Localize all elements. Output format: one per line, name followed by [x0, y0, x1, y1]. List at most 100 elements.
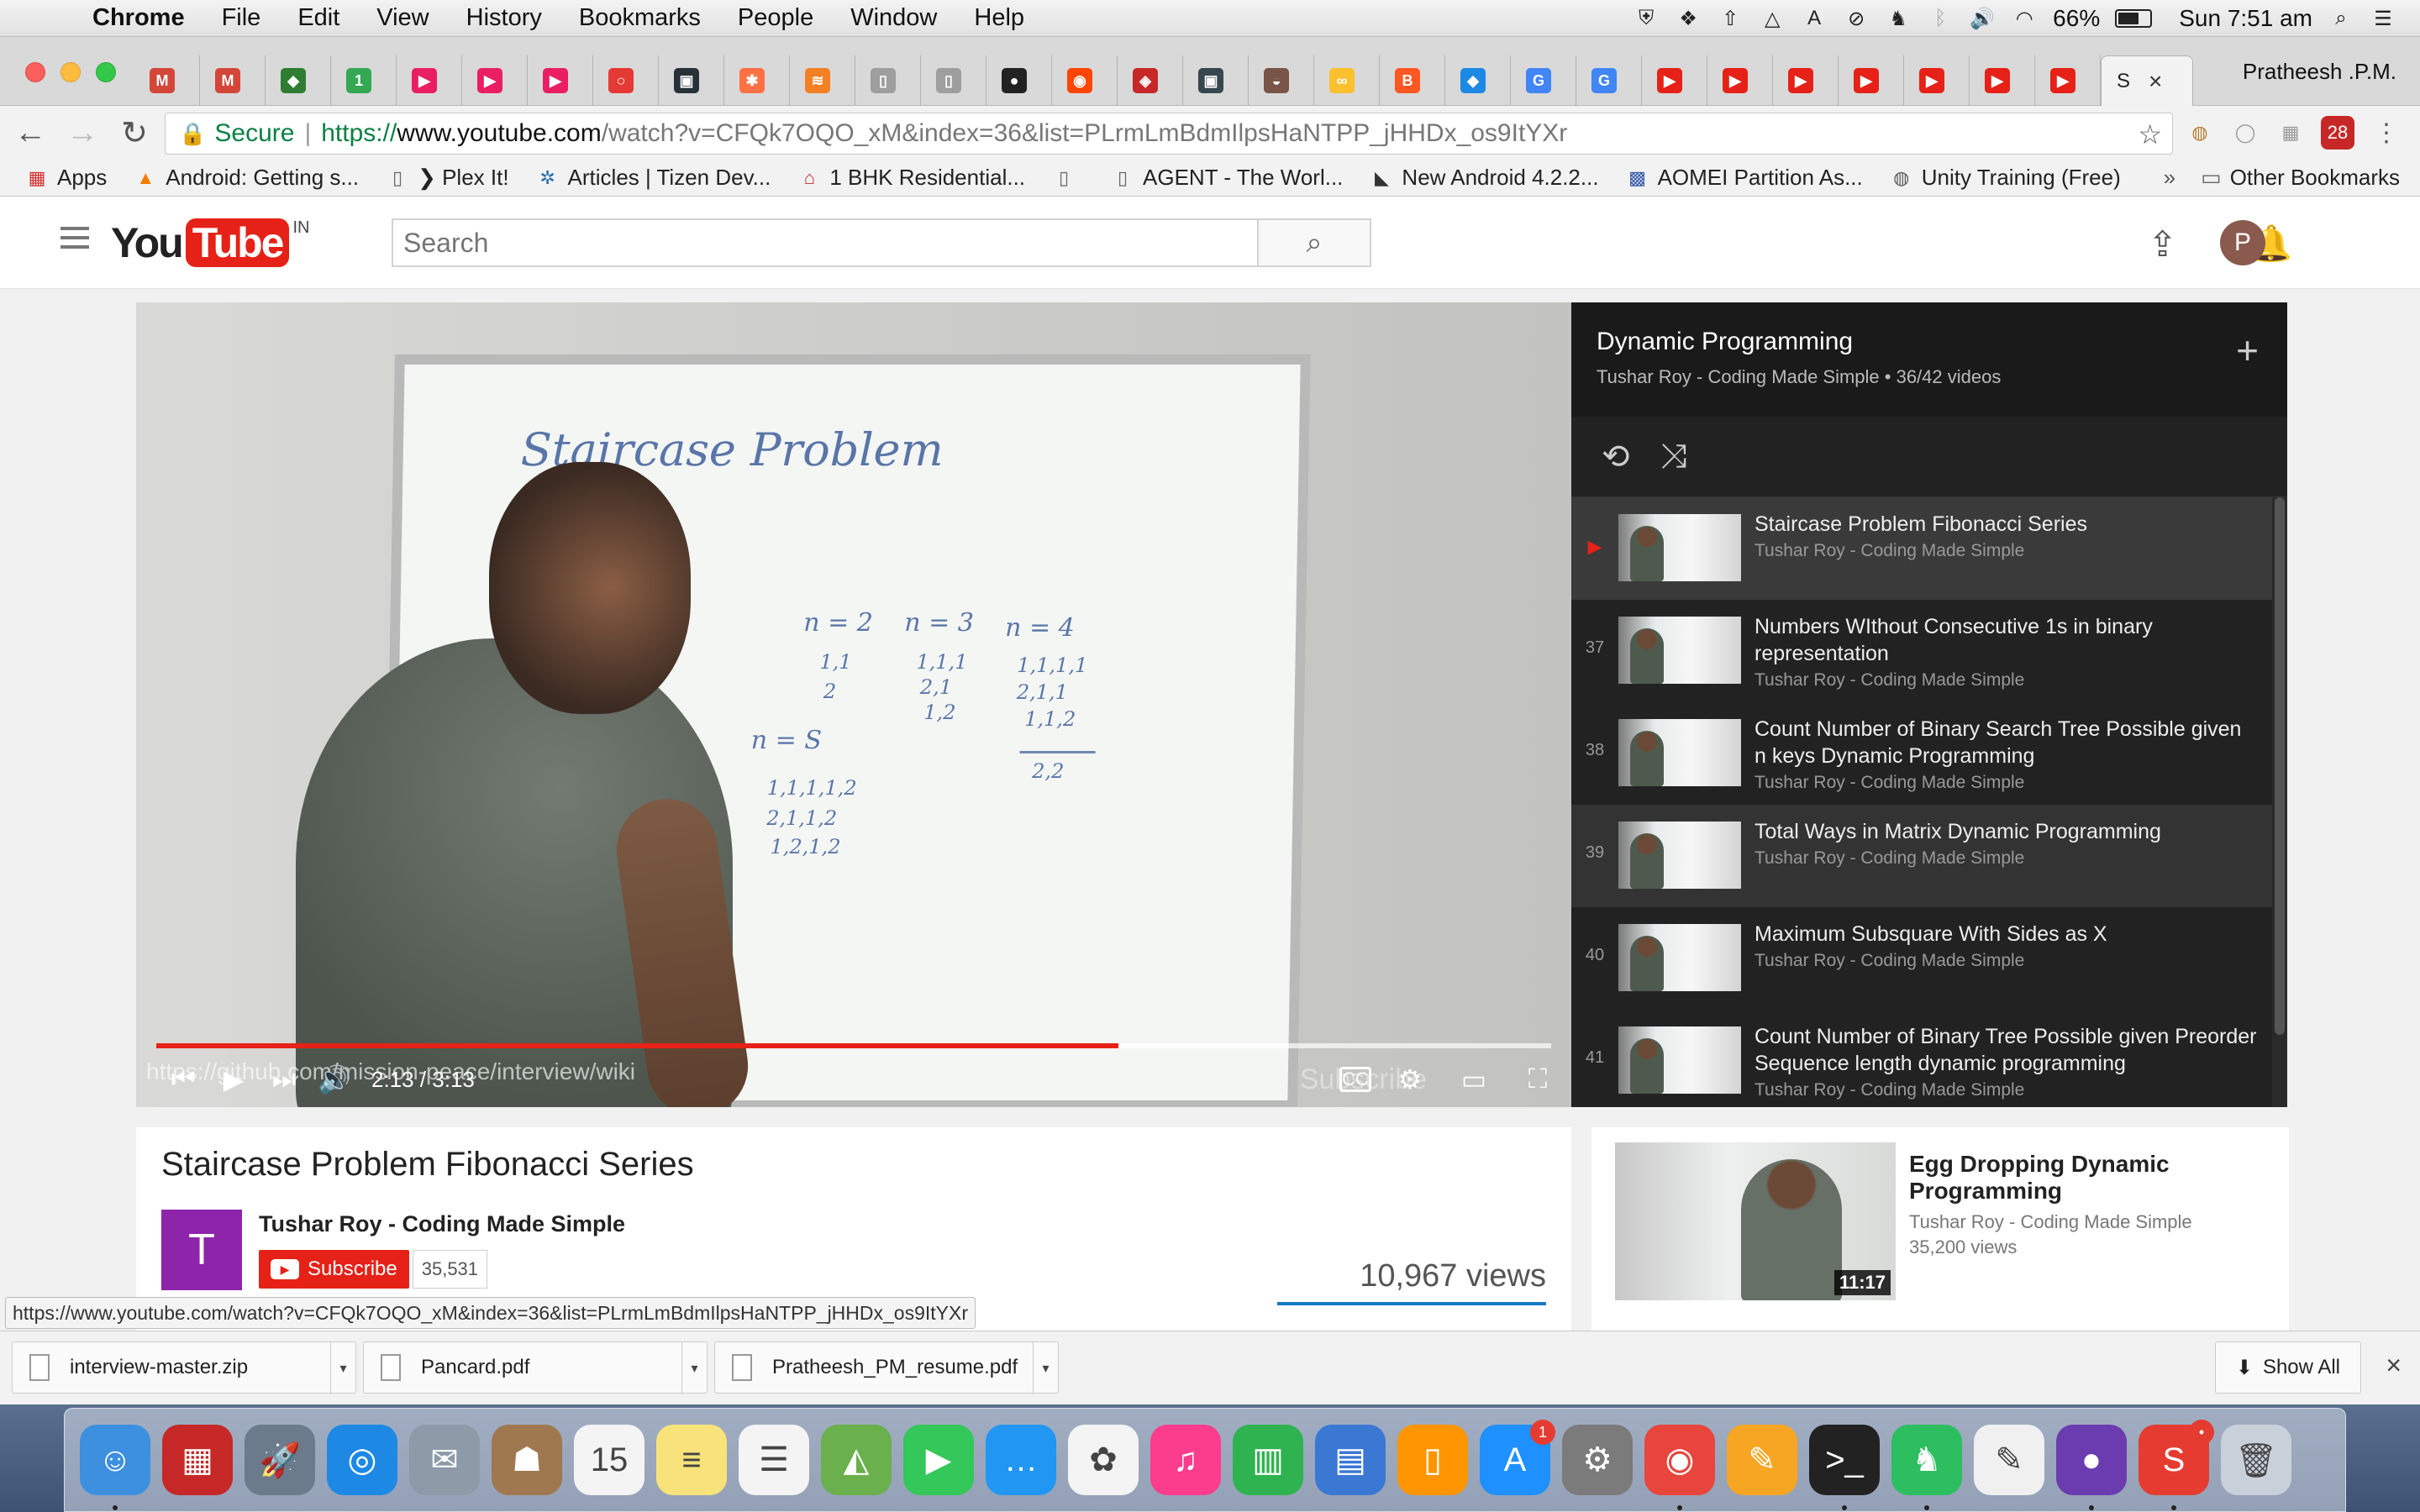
system-preferences-icon[interactable]: ⚙ [1562, 1425, 1633, 1495]
security-icon[interactable]: ▦ [162, 1425, 233, 1495]
browser-tab[interactable]: ✱ [724, 55, 790, 106]
show-all-downloads-button[interactable]: ⬇ Show All [2214, 1341, 2361, 1394]
mail-icon[interactable]: ✉ [409, 1425, 480, 1495]
notes-icon[interactable]: ≡ [656, 1425, 727, 1495]
playlist-thumbnail[interactable] [1618, 822, 1741, 889]
menu-file[interactable]: File [222, 4, 261, 32]
bookmark-item[interactable]: ◣ New Android 4.2.2... [1370, 165, 1599, 191]
subscribe-button[interactable]: ▶ Subscribe 35,531 [259, 1250, 488, 1289]
bookmark-item[interactable]: ▲ Android: Getting s... [134, 165, 359, 191]
playlist-thumbnail[interactable] [1618, 617, 1741, 684]
browser-tab[interactable]: ◆ [1445, 55, 1511, 106]
calendar-extension-icon[interactable]: 28 [2321, 116, 2354, 150]
menu-help[interactable]: Help [974, 4, 1024, 32]
download-item[interactable]: interview-master.zip ▾ [12, 1341, 356, 1394]
shield-tray-icon[interactable]: ⛨ [1633, 6, 1660, 31]
browser-tab[interactable]: ◆ [266, 55, 331, 106]
shuffle-icon[interactable]: ⤨ [1660, 438, 1687, 475]
safari-icon[interactable]: ◎ [327, 1425, 397, 1495]
browser-tab[interactable]: 1 [331, 55, 397, 106]
evernote-tray-icon[interactable]: ♞ [1885, 6, 1912, 31]
menu-app-name[interactable]: Chrome [92, 4, 185, 32]
close-window-button[interactable] [25, 62, 45, 82]
browser-tab[interactable]: ≋ [790, 55, 855, 106]
channel-name[interactable]: Tushar Roy - Coding Made Simple [259, 1211, 625, 1237]
playlist-thumbnail[interactable] [1618, 719, 1741, 786]
download-options-icon[interactable]: ▾ [330, 1342, 355, 1394]
browser-tab[interactable]: ▶ [1642, 55, 1707, 106]
menu-window[interactable]: Window [850, 4, 937, 32]
circle-slash-icon[interactable]: ⊘ [1843, 6, 1870, 31]
download-options-icon[interactable]: ▾ [1033, 1342, 1058, 1394]
maps-icon[interactable]: ◭ [821, 1425, 892, 1495]
pages-icon[interactable]: ✎ [1727, 1425, 1797, 1495]
play-icon[interactable]: ▶ [208, 1054, 259, 1105]
download-item[interactable]: Pratheesh_PM_resume.pdf ▾ [714, 1341, 1059, 1394]
playlist-title[interactable]: Dynamic Programming [1597, 328, 1853, 356]
settings-gear-icon[interactable]: ⚙ [1385, 1054, 1435, 1105]
menu-people[interactable]: People [738, 4, 813, 32]
trash-icon[interactable]: 🗑 [2221, 1425, 2291, 1495]
grid-extension-icon[interactable]: ▦ [2274, 116, 2307, 150]
calendar-icon[interactable]: 15 [574, 1425, 644, 1495]
browser-tab[interactable]: ● [986, 55, 1052, 106]
zoom-window-button[interactable] [96, 62, 116, 82]
appstore-icon[interactable]: A1 [1480, 1420, 1555, 1495]
notification-center-icon[interactable]: ☰ [2370, 6, 2396, 31]
browser-tab[interactable]: M [134, 55, 200, 106]
youtube-logo[interactable]: You Tube IN [111, 218, 309, 267]
drive-icon[interactable]: △ [1759, 6, 1786, 31]
previous-icon[interactable]: ⏮ [158, 1054, 208, 1105]
browser-tab[interactable]: ▶ [1773, 55, 1839, 106]
video-player[interactable]: Staircase Problem n = 2 n = 3 n = 4 n = … [136, 302, 1571, 1107]
adobe-icon[interactable]: A [1801, 6, 1828, 31]
channel-avatar[interactable]: T [161, 1210, 242, 1290]
profile-name[interactable]: Pratheesh .P.M. [2243, 59, 2396, 85]
browser-tab[interactable]: ◈ [1118, 55, 1183, 106]
chess-balls-icon[interactable]: ● [2056, 1425, 2127, 1510]
playlist-thumbnail[interactable] [1618, 514, 1741, 581]
download-item[interactable]: Pancard.pdf ▾ [363, 1341, 708, 1394]
menu-history[interactable]: History [466, 4, 542, 32]
theater-mode-icon[interactable]: ▭ [1449, 1054, 1499, 1105]
guide-menu-icon[interactable] [60, 227, 89, 255]
playlist-scrollbar[interactable] [2272, 497, 2287, 1107]
browser-tab[interactable]: ◉ [1052, 55, 1118, 106]
playlist-item[interactable]: 37 Numbers WIthout Consecutive 1s in bina… [1571, 600, 2272, 702]
playlist-thumbnail[interactable] [1618, 1026, 1741, 1094]
playlist-item[interactable]: 39 Total Ways in Matrix Dynamic Programmi… [1571, 805, 2272, 907]
playlist-thumbnail[interactable] [1618, 924, 1741, 991]
volume-icon[interactable]: 🔊 [1969, 6, 1996, 31]
browser-tab[interactable]: ▯ [921, 55, 986, 106]
browser-tab[interactable]: ▶ [1839, 55, 1904, 106]
user-avatar[interactable]: P [2220, 220, 2265, 265]
browser-tab[interactable]: ∞ [1314, 55, 1380, 106]
playlist-item[interactable]: ▶ Staircase Problem Fibonacci Series Tusha… [1571, 497, 2272, 600]
playlist-item[interactable]: 40 Maximum Subsquare With Sides as X Tusha… [1571, 907, 2272, 1010]
volume-icon[interactable]: 🔊 [309, 1054, 360, 1105]
menu-bookmarks[interactable]: Bookmarks [579, 4, 701, 32]
related-video[interactable]: 11:17 Egg Dropping Dynamic Programming T… [1591, 1127, 2289, 1346]
bookmark-item[interactable]: ✲ Articles | Tizen Dev... [536, 165, 771, 191]
browser-tab[interactable]: ▯ [855, 55, 921, 106]
close-shelf-icon[interactable]: × [2386, 1350, 2402, 1381]
browser-tab[interactable]: G [1511, 55, 1576, 106]
bookmark-star-icon[interactable]: ☆ [2138, 118, 2162, 150]
menu-edit[interactable]: Edit [297, 4, 339, 32]
bookmark-item[interactable]: ⌂ 1 BHK Residential... [797, 165, 1025, 191]
browser-tab[interactable]: ▶ [528, 55, 593, 106]
related-title[interactable]: Egg Dropping Dynamic Programming [1909, 1151, 2262, 1205]
playlist-item[interactable]: 41 Count Number of Binary Tree Possible g… [1571, 1010, 2272, 1107]
upload-icon[interactable]: ⇪ [2148, 223, 2177, 265]
upload-tray-icon[interactable]: ⇧ [1717, 6, 1744, 31]
bookmark-item[interactable]: ▩ AOMEI Partition As... [1626, 165, 1863, 191]
finder-icon[interactable]: ☺ [80, 1425, 150, 1510]
keynote-icon[interactable]: ▤ [1315, 1425, 1386, 1495]
bookmark-item[interactable]: ▦ Apps [25, 165, 108, 191]
forward-arrow-icon[interactable]: → [60, 111, 104, 155]
browser-tab[interactable]: ▶ [1707, 55, 1773, 106]
browser-tab[interactable]: ◒ [1249, 55, 1314, 106]
bookmark-item[interactable]: ▯ [1052, 166, 1084, 190]
browser-tab[interactable]: ▶ [1970, 55, 2035, 106]
dropbox-icon[interactable]: ❖ [1675, 6, 1702, 31]
